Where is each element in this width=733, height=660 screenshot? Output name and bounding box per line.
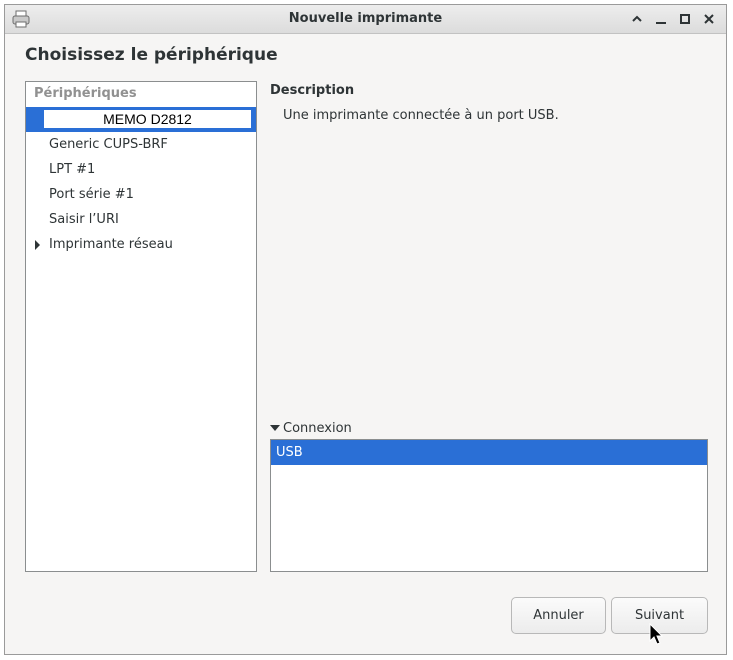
title-bar[interactable]: Nouvelle imprimante	[5, 5, 726, 34]
device-row-label: Generic CUPS-BRF	[49, 137, 168, 152]
connection-list[interactable]: USB	[270, 439, 708, 572]
description-title: Description	[270, 83, 355, 98]
device-row-lpt1[interactable]: LPT #1	[26, 157, 256, 182]
device-list[interactable]: Périphériques MEMO D2812 Generic CUPS-BR…	[25, 81, 257, 572]
window-title: Nouvelle imprimante	[288, 11, 443, 26]
device-row-generic-cups-brf[interactable]: Generic CUPS-BRF	[26, 132, 256, 157]
triangle-down-icon	[270, 424, 280, 431]
device-row-enter-uri[interactable]: Saisir l’URI	[26, 207, 256, 232]
device-row-label: LPT #1	[49, 162, 96, 177]
minimize-icon[interactable]	[652, 10, 670, 28]
printer-icon	[11, 9, 31, 29]
restore-icon[interactable]	[676, 10, 694, 28]
cancel-button[interactable]: Annuler	[511, 597, 606, 634]
mouse-pointer-icon	[649, 622, 665, 647]
page-title: Choisissez le périphérique	[25, 45, 278, 65]
new-printer-window: Nouvelle imprimante Choisissez le périph…	[4, 4, 727, 655]
connection-label: Connexion	[283, 421, 352, 436]
triangle-right-icon[interactable]	[35, 240, 40, 250]
maximize-icon[interactable]	[628, 10, 646, 28]
device-name-edit-field[interactable]: MEMO D2812	[43, 109, 252, 129]
device-row-label: Imprimante réseau	[49, 237, 173, 252]
device-row-serial-port[interactable]: Port série #1	[26, 182, 256, 207]
connection-expander[interactable]: Connexion	[270, 421, 352, 436]
device-row-label: Saisir l’URI	[49, 212, 119, 227]
connection-row-usb[interactable]: USB	[271, 440, 707, 465]
device-row-label: Port série #1	[49, 187, 134, 202]
device-row-network-printer[interactable]: Imprimante réseau	[26, 232, 256, 257]
description-text: Une imprimante connectée à un port USB.	[283, 108, 559, 123]
close-icon[interactable]	[700, 10, 718, 28]
device-list-header: Périphériques	[34, 86, 137, 101]
device-row-selected[interactable]: MEMO D2812	[26, 107, 256, 132]
